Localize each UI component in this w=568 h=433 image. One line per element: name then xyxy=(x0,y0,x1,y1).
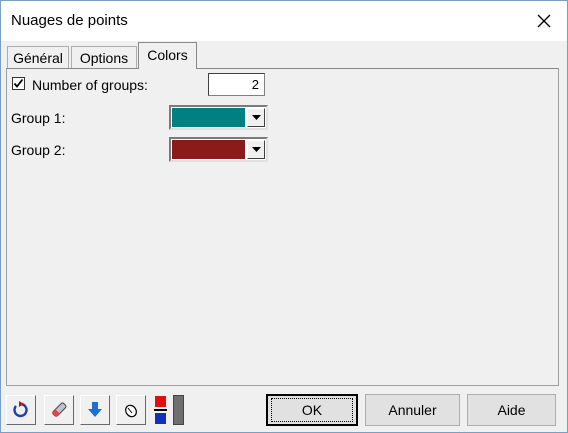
group-2-color-swatch xyxy=(172,140,245,159)
help-button[interactable]: Aide xyxy=(467,394,556,426)
chevron-down-icon xyxy=(251,115,261,120)
group-1-color-swatch xyxy=(172,108,245,127)
ok-button-label: OK xyxy=(270,398,354,422)
number-of-groups-checkbox[interactable] xyxy=(12,77,25,90)
group-2-color-select[interactable] xyxy=(169,137,268,162)
color-swatches-icon[interactable] xyxy=(154,395,167,425)
reset-button[interactable] xyxy=(6,395,36,425)
close-icon xyxy=(537,14,551,28)
tab-general[interactable]: Général xyxy=(7,46,69,68)
mouse-icon xyxy=(125,404,137,418)
ok-button[interactable]: OK xyxy=(266,394,358,426)
close-button[interactable] xyxy=(521,1,567,41)
clear-button[interactable] xyxy=(44,395,74,425)
colors-panel xyxy=(6,68,559,386)
group-1-color-select[interactable] xyxy=(169,105,268,130)
chevron-down-icon xyxy=(251,147,261,152)
number-of-groups-input[interactable]: 2 xyxy=(208,73,265,96)
group-2-dropdown-button[interactable] xyxy=(247,140,265,159)
group-2-label: Group 2: xyxy=(11,142,66,158)
number-of-groups-label: Number of groups: xyxy=(32,77,148,93)
group-1-dropdown-button[interactable] xyxy=(247,108,265,127)
window-title: Nuages de points xyxy=(11,12,128,29)
mouse-button[interactable] xyxy=(116,395,146,425)
download-arrow-icon xyxy=(88,402,102,417)
title-bar: Nuages de points xyxy=(1,1,567,41)
reset-icon xyxy=(13,401,28,418)
group-1-label: Group 1: xyxy=(11,110,66,126)
eraser-icon xyxy=(51,402,67,418)
bottom-bar: OK Annuler Aide xyxy=(1,389,567,432)
gray-bar-icon[interactable] xyxy=(173,395,184,425)
cancel-button[interactable]: Annuler xyxy=(365,394,460,426)
tab-options[interactable]: Options xyxy=(71,46,137,68)
tab-colors[interactable]: Colors xyxy=(138,42,197,69)
dialog-window: Nuages de points Général Options Colors … xyxy=(0,0,568,433)
checkmark-icon xyxy=(13,78,24,88)
download-button[interactable] xyxy=(80,395,110,425)
